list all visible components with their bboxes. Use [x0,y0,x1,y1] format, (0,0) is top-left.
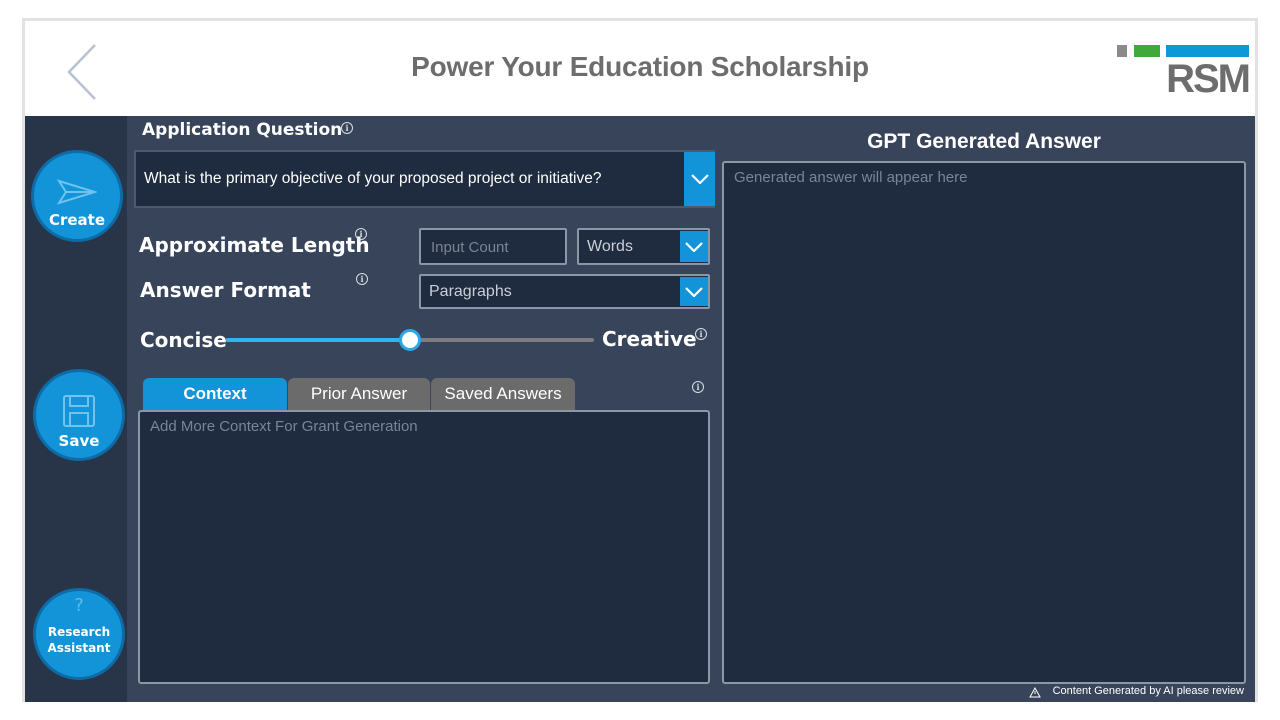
length-unit-dropdown[interactable]: Words [577,228,710,265]
research-assistant-button[interactable]: ? Research Assistant [33,588,125,680]
save-disk-icon [63,395,95,427]
length-unit-value: Words [587,238,633,255]
header: Power Your Education Scholarship RSM [25,21,1255,116]
length-label: Approximate Length [139,233,370,257]
slider-right-label: Creative [602,327,697,351]
slider-thumb[interactable] [399,329,421,351]
tab-context[interactable]: Context [143,378,287,410]
length-count-placeholder: Input Count [431,239,509,256]
question-icon: ? [74,595,84,616]
page-title: Power Your Education Scholarship [411,51,869,82]
info-icon[interactable]: i [356,273,368,285]
answer-output[interactable]: Generated answer will appear here [722,161,1246,684]
logo-bar-blue [1166,45,1249,57]
info-icon[interactable]: i [341,122,353,134]
tab-prior-answer[interactable]: Prior Answer [288,378,430,410]
slider-left-label: Concise [140,328,227,352]
chevron-down-icon [685,241,703,252]
format-value: Paragraphs [429,283,512,300]
save-label: Save [58,432,100,450]
chevron-down-icon [685,286,703,297]
question-dropdown-toggle[interactable] [684,152,715,206]
question-dropdown[interactable]: What is the primary objective of your pr… [134,150,715,208]
research-label-line2: Assistant [47,641,111,655]
rsm-logo: RSM [1117,43,1251,105]
context-textarea[interactable]: Add More Context For Grant Generation [138,410,710,684]
creativity-slider[interactable] [226,329,594,351]
research-label-line1: Research [47,625,111,639]
answer-placeholder: Generated answer will appear here [734,169,968,186]
save-button[interactable]: Save [33,369,125,461]
logo-text: RSM [1166,57,1251,101]
tab-saved-answers[interactable]: Saved Answers [431,378,575,410]
send-icon [57,179,97,205]
format-toggle[interactable] [680,277,708,306]
logo-bar-gray [1117,45,1127,57]
format-dropdown[interactable]: Paragraphs [419,274,710,309]
question-label: Application Question [142,120,343,140]
chevron-down-icon [690,174,709,184]
format-label: Answer Format [140,278,311,302]
length-count-input[interactable]: Input Count [419,228,567,265]
info-icon[interactable]: i [695,328,707,340]
slider-fill [226,338,410,342]
question-value: What is the primary objective of your pr… [144,170,602,187]
info-icon[interactable]: i [692,381,704,393]
create-label: Create [48,211,106,229]
ai-disclaimer: Content Generated by AI please review [1052,685,1244,697]
create-button[interactable]: Create [31,150,123,242]
context-placeholder: Add More Context For Grant Generation [150,418,418,435]
info-icon[interactable]: i [355,228,367,240]
answer-title: GPT Generated Answer [867,130,1101,153]
logo-bar-green [1134,45,1160,57]
length-unit-toggle[interactable] [680,231,708,262]
warning-icon [1029,687,1041,698]
